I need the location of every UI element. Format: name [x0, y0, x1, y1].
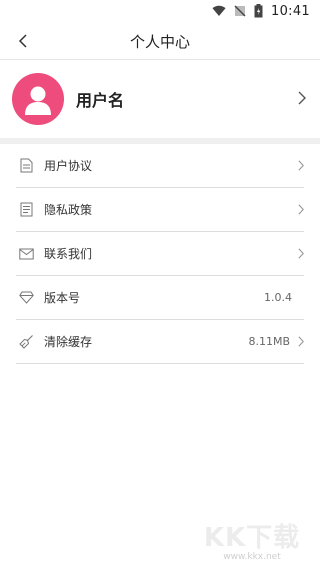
watermark: KK下载 www.kkx.net: [192, 517, 312, 563]
diamond-icon: [18, 290, 34, 306]
back-button[interactable]: [12, 30, 34, 52]
menu-item-version: 版本号 1.0.4: [16, 276, 304, 320]
chevron-right-icon: [298, 91, 306, 105]
cache-size-value: 8.11MB: [248, 335, 290, 348]
menu-item-privacy-policy[interactable]: 隐私政策: [16, 188, 304, 232]
profile-row[interactable]: 用户名: [0, 60, 320, 138]
version-value: 1.0.4: [264, 291, 292, 304]
menu-item-label: 隐私政策: [44, 203, 93, 217]
header: 个人中心: [0, 22, 320, 60]
status-time: 10:41: [271, 3, 310, 19]
menu-item-contact-us[interactable]: 联系我们: [16, 232, 304, 276]
signal-off-icon: [234, 5, 246, 17]
wifi-icon: [212, 5, 226, 16]
chevron-right-icon: [298, 248, 304, 259]
menu-item-label: 联系我们: [44, 247, 93, 261]
username: 用户名: [76, 91, 125, 110]
menu-item-label: 版本号: [44, 291, 81, 305]
watermark-logo: KK下载: [203, 523, 301, 553]
chevron-left-icon: [18, 34, 27, 48]
menu-item-label: 清除缓存: [44, 335, 93, 349]
menu-item-label: 用户协议: [44, 159, 93, 173]
menu-item-clear-cache[interactable]: 清除缓存 8.11MB: [16, 320, 304, 364]
status-bar: 10:41: [0, 0, 320, 22]
chevron-right-icon: [298, 204, 304, 215]
mail-icon: [18, 246, 34, 262]
chevron-right-icon: [298, 336, 304, 347]
menu-item-user-agreement[interactable]: 用户协议: [16, 144, 304, 188]
settings-menu: 用户协议 隐私政策 联系我们 版本号 1.0.4 清除缓存 8.11MB: [0, 144, 320, 364]
note-icon: [18, 202, 34, 218]
battery-icon: [254, 4, 263, 18]
document-icon: [18, 158, 34, 174]
chevron-right-icon: [298, 160, 304, 171]
user-icon: [25, 86, 51, 115]
page-title: 个人中心: [129, 32, 190, 51]
broom-icon: [18, 334, 34, 350]
avatar[interactable]: [12, 73, 64, 125]
